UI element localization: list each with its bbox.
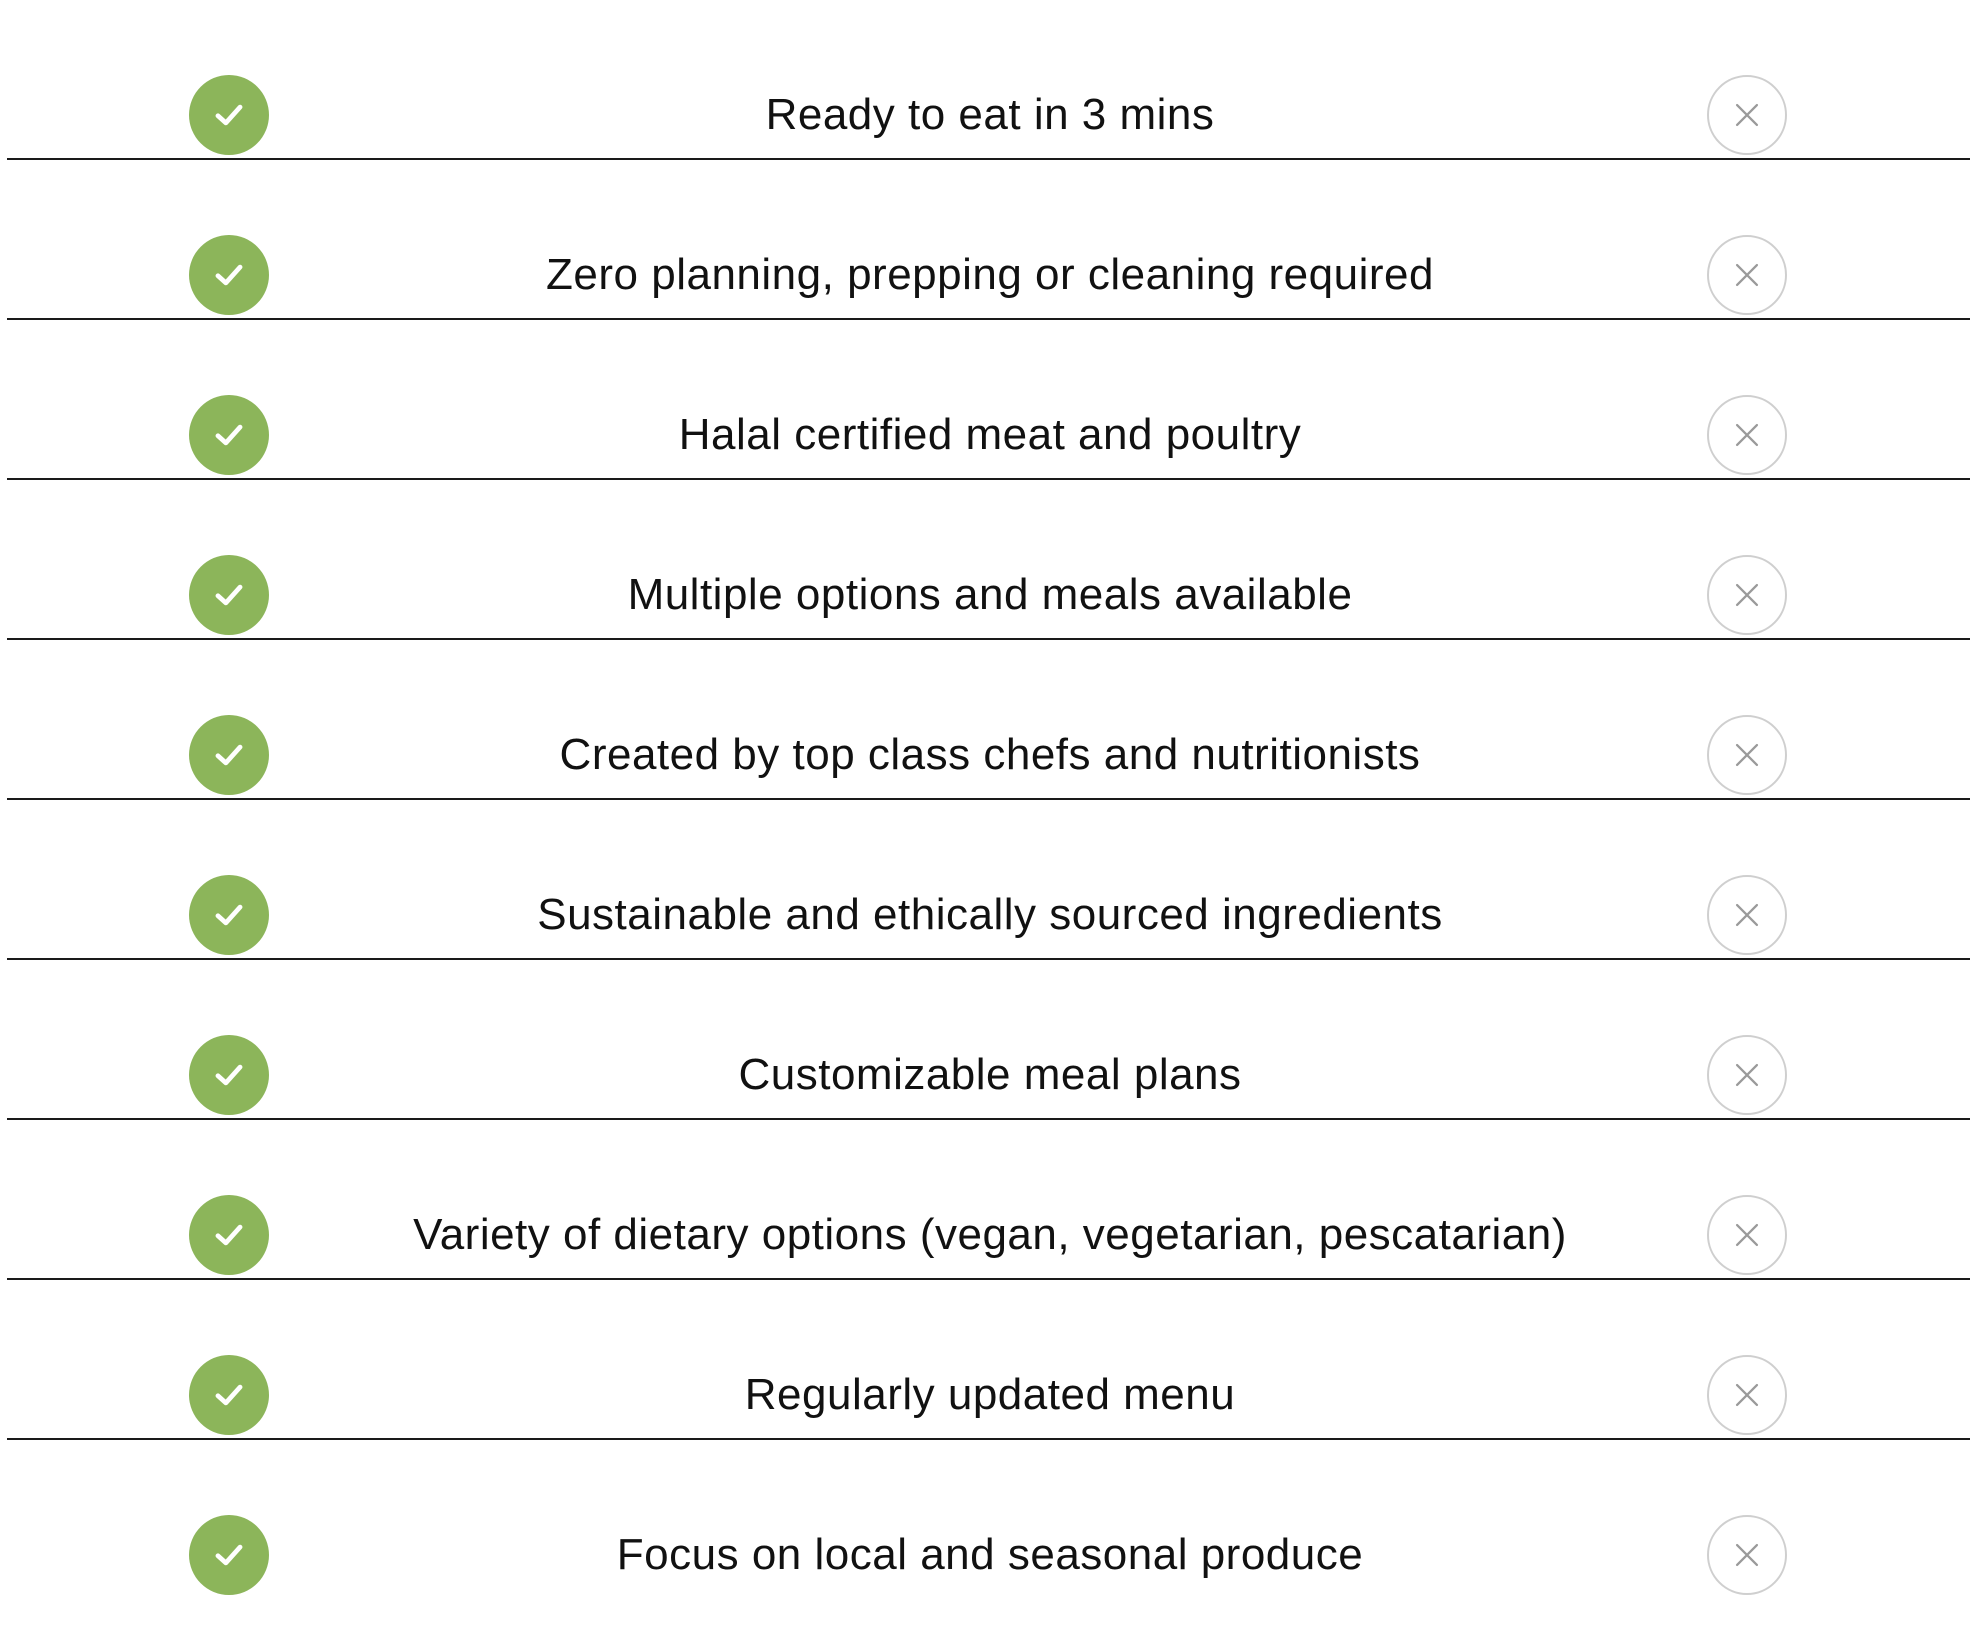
- close-icon: [1707, 1035, 1787, 1115]
- comparison-row: Ready to eat in 3 mins: [0, 0, 1972, 160]
- check-icon: [189, 715, 269, 795]
- close-icon: [1707, 395, 1787, 475]
- close-icon: [1707, 1355, 1787, 1435]
- check-icon: [189, 555, 269, 635]
- check-icon: [189, 235, 269, 315]
- feature-label: Variety of dietary options (vegan, veget…: [413, 1210, 1567, 1259]
- close-icon: [1707, 715, 1787, 795]
- close-icon: [1707, 1195, 1787, 1275]
- comparison-table: Ready to eat in 3 mins Zero planning, pr…: [0, 0, 1972, 1600]
- comparison-row: Halal certified meat and poultry: [0, 320, 1972, 480]
- comparison-row: Zero planning, prepping or cleaning requ…: [0, 160, 1972, 320]
- feature-label: Customizable meal plans: [738, 1050, 1242, 1099]
- check-icon: [189, 75, 269, 155]
- check-icon: [189, 875, 269, 955]
- close-icon: [1707, 875, 1787, 955]
- close-icon: [1707, 1515, 1787, 1595]
- feature-label: Zero planning, prepping or cleaning requ…: [546, 250, 1434, 299]
- check-icon: [189, 1195, 269, 1275]
- check-icon: [189, 1515, 269, 1595]
- feature-label: Multiple options and meals available: [627, 570, 1353, 619]
- check-icon: [189, 1355, 269, 1435]
- comparison-row: Sustainable and ethically sourced ingred…: [0, 800, 1972, 960]
- check-icon: [189, 1035, 269, 1115]
- feature-label: Focus on local and seasonal produce: [616, 1530, 1364, 1579]
- comparison-row: Multiple options and meals available: [0, 480, 1972, 640]
- comparison-row: Focus on local and seasonal produce: [0, 1440, 1972, 1600]
- feature-label: Halal certified meat and poultry: [678, 410, 1302, 459]
- check-icon: [189, 395, 269, 475]
- comparison-row: Customizable meal plans: [0, 960, 1972, 1120]
- feature-label: Regularly updated menu: [744, 1370, 1236, 1419]
- close-icon: [1707, 235, 1787, 315]
- close-icon: [1707, 555, 1787, 635]
- feature-label: Created by top class chefs and nutrition…: [559, 730, 1421, 779]
- comparison-row: Variety of dietary options (vegan, veget…: [0, 1120, 1972, 1280]
- close-icon: [1707, 75, 1787, 155]
- feature-label: Ready to eat in 3 mins: [765, 90, 1215, 139]
- comparison-row: Created by top class chefs and nutrition…: [0, 640, 1972, 800]
- feature-label: Sustainable and ethically sourced ingred…: [537, 890, 1443, 939]
- comparison-row: Regularly updated menu: [0, 1280, 1972, 1440]
